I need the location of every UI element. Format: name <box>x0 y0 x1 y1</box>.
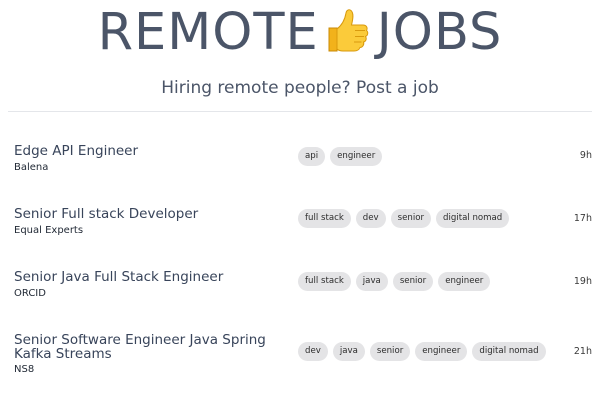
tag[interactable]: java <box>355 272 388 291</box>
tag[interactable]: senior <box>369 342 411 361</box>
job-tags: api engineer <box>298 147 383 166</box>
tag[interactable]: digital nomad <box>472 342 546 361</box>
job-company: ORCID <box>14 288 46 299</box>
job-tags: full stack java senior engineer <box>298 272 491 291</box>
job-title[interactable]: Edge API Engineer <box>14 144 304 158</box>
job-company: NS8 <box>14 364 35 375</box>
job-title[interactable]: Senior Full stack Developer <box>14 207 304 221</box>
job-list: Edge API Engineer Balena api engineer 9h… <box>0 0 600 403</box>
tag[interactable]: dev <box>355 209 386 228</box>
tag[interactable]: java <box>332 342 365 361</box>
job-company: Equal Experts <box>14 225 84 236</box>
tag[interactable]: senior <box>392 272 434 291</box>
tag[interactable]: digital nomad <box>436 209 510 228</box>
tag[interactable]: engineer <box>330 147 383 166</box>
job-tags: full stack dev senior digital nomad <box>298 209 510 228</box>
tag[interactable]: senior <box>390 209 432 228</box>
job-age: 19h <box>573 276 592 287</box>
tag[interactable]: engineer <box>438 272 491 291</box>
job-age: 21h <box>573 346 592 357</box>
job-age: 9h <box>579 150 592 161</box>
page: REMOTE JOBS Hiring remote people? Post a… <box>0 0 600 403</box>
job-age: 17h <box>573 213 592 224</box>
tag[interactable]: full stack <box>298 272 351 291</box>
tag[interactable]: engineer <box>415 342 468 361</box>
job-title[interactable]: Senior Java Full Stack Engineer <box>14 270 304 284</box>
tag[interactable]: dev <box>298 342 328 361</box>
job-tags: dev java senior engineer digital nomad <box>298 342 546 361</box>
tag[interactable]: full stack <box>298 209 351 228</box>
job-title[interactable]: Senior Software Engineer Java Spring Kaf… <box>14 333 304 361</box>
tag[interactable]: api <box>298 147 326 166</box>
job-company: Balena <box>14 162 49 173</box>
